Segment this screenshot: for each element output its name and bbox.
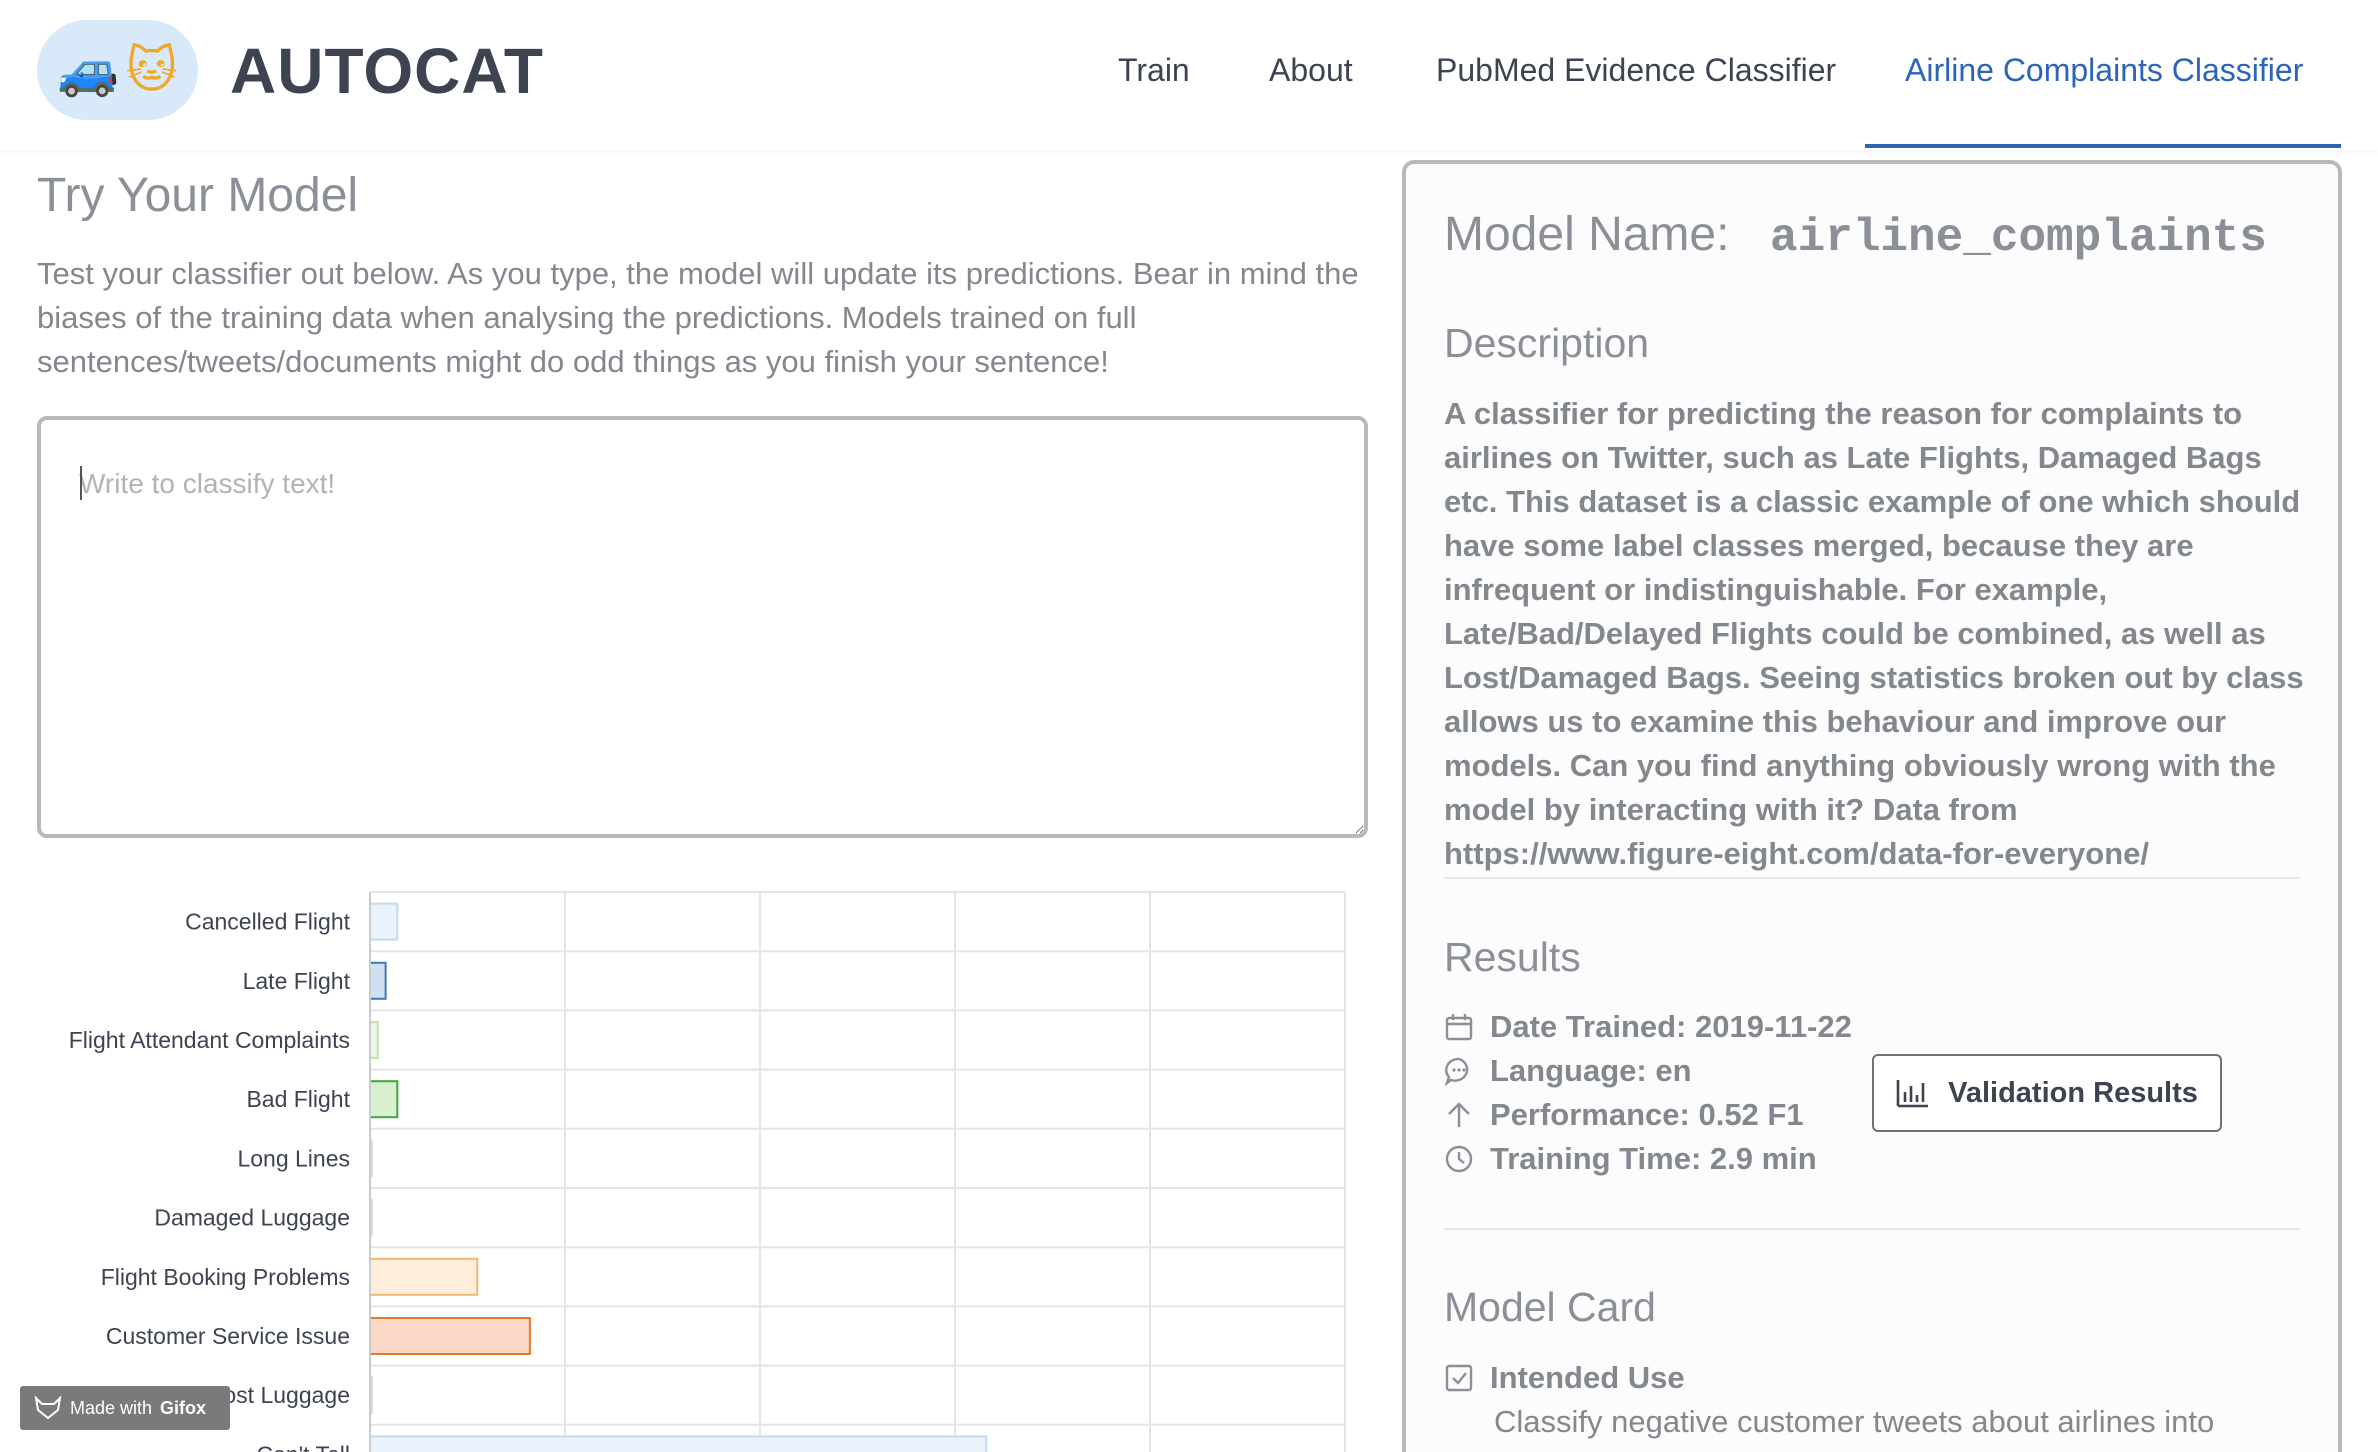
category-label: Bad Flight: [246, 1086, 350, 1112]
top-navbar: 🚙 🐱 AUTOCAT Train About PubMed Evidence …: [0, 0, 2378, 150]
result-training-time: Training Time: 2.9 min: [1444, 1137, 1817, 1181]
intended-use-label: Intended Use: [1490, 1360, 1685, 1395]
arrow-up-icon: [1444, 1100, 1474, 1130]
cat-emoji-icon: 🐱: [125, 41, 178, 99]
category-label: Can't Tell: [257, 1441, 350, 1452]
gifox-brand: Gifox: [160, 1397, 207, 1418]
calendar-icon: [1444, 1012, 1474, 1042]
intended-use-row: Intended Use: [1444, 1356, 1685, 1400]
bar: [369, 961, 387, 1000]
brand-name[interactable]: AUTOCAT: [230, 36, 544, 106]
result-performance: Performance: 0.52 F1: [1444, 1093, 1804, 1137]
category-label: Customer Service Issue: [106, 1323, 350, 1349]
nav-pubmed-classifier[interactable]: PubMed Evidence Classifier: [1436, 50, 1836, 90]
try-model-title: Try Your Model: [37, 169, 359, 222]
validation-results-button[interactable]: Validation Results: [1872, 1054, 2222, 1132]
result-date-trained: Date Trained: 2019-11-22: [1444, 1005, 1852, 1049]
bar: [369, 1080, 399, 1119]
bar-chart-icon: [1896, 1080, 1929, 1108]
result-text: Language: en: [1490, 1053, 1692, 1088]
nav-airline-classifier[interactable]: Airline Complaints Classifier: [1905, 50, 2303, 90]
gifox-watermark: Made with Gifox: [20, 1386, 230, 1430]
gifox-prefix: Made with: [70, 1397, 153, 1418]
bar: [369, 902, 399, 941]
description-text: A classifier for predicting the reason f…: [1444, 396, 2304, 871]
classify-text-input[interactable]: [37, 416, 1368, 838]
fox-icon: [34, 1396, 62, 1420]
result-text: Performance: 0.52 F1: [1490, 1097, 1804, 1132]
bar: [369, 1435, 988, 1452]
result-language: Language: en: [1444, 1049, 1692, 1093]
nav-train[interactable]: Train: [1118, 50, 1190, 90]
chat-bubble-icon: [1444, 1056, 1474, 1086]
model-name-label: Model Name:: [1444, 208, 1730, 261]
results-heading: Results: [1444, 934, 1581, 980]
category-label: Flight Booking Problems: [101, 1264, 350, 1290]
model-name-value: airline_complaints: [1770, 212, 2267, 264]
logo[interactable]: 🚙 🐱: [37, 20, 198, 120]
result-text: Date Trained: 2019-11-22: [1490, 1009, 1852, 1044]
prediction-bar-chart: Cancelled Flight Late Flight Flight Attend…: [69, 891, 1346, 1452]
bar: [369, 1257, 479, 1296]
bar: [369, 1317, 531, 1355]
divider: [1444, 877, 2300, 879]
category-label: Late Flight: [243, 968, 351, 994]
try-model-intro: Test your classifier out below. As you t…: [37, 256, 1359, 379]
category-label: Cancelled Flight: [185, 909, 351, 935]
intended-use-text: Classify negative customer tweets about …: [1494, 1404, 2215, 1439]
car-emoji-icon: 🚙: [57, 41, 120, 99]
nav-about[interactable]: About: [1269, 50, 1353, 90]
active-tab-indicator: [1865, 144, 2341, 148]
divider: [1444, 1228, 2300, 1230]
description-heading: Description: [1444, 320, 1650, 366]
checkbox-icon: [1444, 1363, 1474, 1393]
validation-results-label: Validation Results: [1948, 1076, 2198, 1109]
text-caret: [80, 466, 82, 500]
category-label: Damaged Luggage: [154, 1205, 350, 1231]
clock-icon: [1444, 1144, 1474, 1174]
category-label: Long Lines: [237, 1145, 350, 1171]
category-label: Lost Luggage: [211, 1382, 350, 1408]
model-card-heading: Model Card: [1444, 1284, 1656, 1330]
bar: [369, 1021, 379, 1059]
result-text: Training Time: 2.9 min: [1490, 1141, 1817, 1176]
category-label: Flight Attendant Complaints: [69, 1027, 350, 1053]
